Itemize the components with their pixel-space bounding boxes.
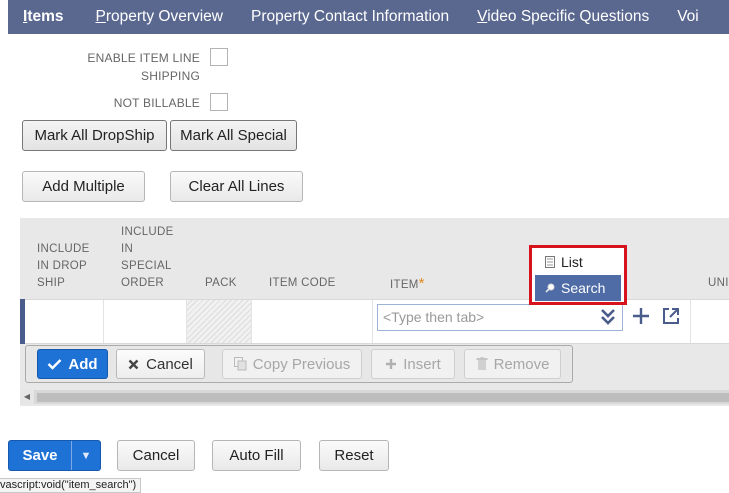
open-link-icon[interactable] xyxy=(661,306,681,326)
cell-divider xyxy=(690,300,691,343)
mark-all-dropship-button[interactable]: Mark All DropShip xyxy=(22,120,167,151)
insert-line-button[interactable]: Insert xyxy=(371,349,455,379)
item-select-popup: List Search xyxy=(529,245,627,305)
cancel-line-button[interactable]: Cancel xyxy=(116,349,205,379)
tab-property-contact-information[interactable]: Property Contact Information xyxy=(237,0,463,34)
reset-button[interactable]: Reset xyxy=(319,440,389,471)
close-icon xyxy=(128,359,139,369)
tab-property-overview[interactable]: Property Overview xyxy=(82,0,238,34)
remove-line-button[interactable]: Remove xyxy=(464,349,561,379)
not-billable-checkbox[interactable] xyxy=(210,93,228,111)
row-action-toolbar: Add Cancel Copy Previous Insert Remove xyxy=(25,345,573,383)
cell-divider xyxy=(372,300,373,343)
save-button-group: Save ▼ xyxy=(8,440,101,471)
auto-fill-button[interactable]: Auto Fill xyxy=(212,440,301,471)
double-chevron-down-icon[interactable] xyxy=(600,307,616,327)
save-dropdown-caret-icon[interactable]: ▼ xyxy=(72,441,100,470)
column-header-item-code: ITEM CODE xyxy=(269,277,336,289)
enable-item-line-shipping-label: ENABLE ITEM LINE SHIPPING xyxy=(87,51,200,83)
column-header-pack: PACK xyxy=(205,277,237,289)
horizontal-scrollbar[interactable]: ◀ xyxy=(20,390,729,404)
trash-icon xyxy=(476,357,488,370)
plus-icon xyxy=(386,359,397,369)
not-billable-label: NOT BILLABLE xyxy=(113,96,200,110)
add-multiple-button[interactable]: Add Multiple xyxy=(22,171,145,202)
tab-voi[interactable]: Voi xyxy=(663,0,713,34)
mark-all-special-button[interactable]: Mark All Special xyxy=(170,120,297,151)
cell-divider xyxy=(103,300,104,343)
clear-all-lines-button[interactable]: Clear All Lines xyxy=(170,171,303,202)
copy-previous-button[interactable]: Copy Previous xyxy=(222,349,362,379)
tab-video-specific-questions[interactable]: Video Specific Questions xyxy=(463,0,663,34)
save-button[interactable]: Save xyxy=(9,441,71,470)
column-header-uni: UNI xyxy=(708,277,729,289)
scrollbar-thumb[interactable] xyxy=(37,393,729,402)
column-header-include-drop-ship: INCLUDE IN DROP SHIP xyxy=(37,243,90,289)
plus-icon[interactable] xyxy=(630,305,652,327)
check-icon xyxy=(48,359,62,370)
current-row-marker xyxy=(20,299,25,344)
copy-icon xyxy=(233,357,247,371)
menu-item-search[interactable]: Search xyxy=(535,275,621,301)
column-header-item: ITEM* xyxy=(390,275,425,292)
list-icon xyxy=(545,256,555,268)
cancel-button[interactable]: Cancel xyxy=(117,440,195,471)
cell-divider xyxy=(251,300,252,343)
menu-item-list[interactable]: List xyxy=(535,249,621,275)
item-input[interactable]: <Type then tab> xyxy=(377,304,623,331)
status-bar-url: vascript:void("item_search") xyxy=(0,478,142,493)
required-asterisk: * xyxy=(418,275,425,292)
pack-cell-disabled xyxy=(187,300,251,343)
scroll-left-icon[interactable]: ◀ xyxy=(20,390,34,404)
search-icon xyxy=(545,283,555,293)
tab-bar: Items Property Overview Property Contact… xyxy=(8,0,729,34)
tab-items[interactable]: Items xyxy=(8,0,82,34)
enable-item-line-shipping-checkbox[interactable] xyxy=(210,48,228,66)
column-header-include-special-order: INCLUDE IN SPECIAL ORDER xyxy=(121,226,174,289)
add-line-button[interactable]: Add xyxy=(37,349,108,379)
